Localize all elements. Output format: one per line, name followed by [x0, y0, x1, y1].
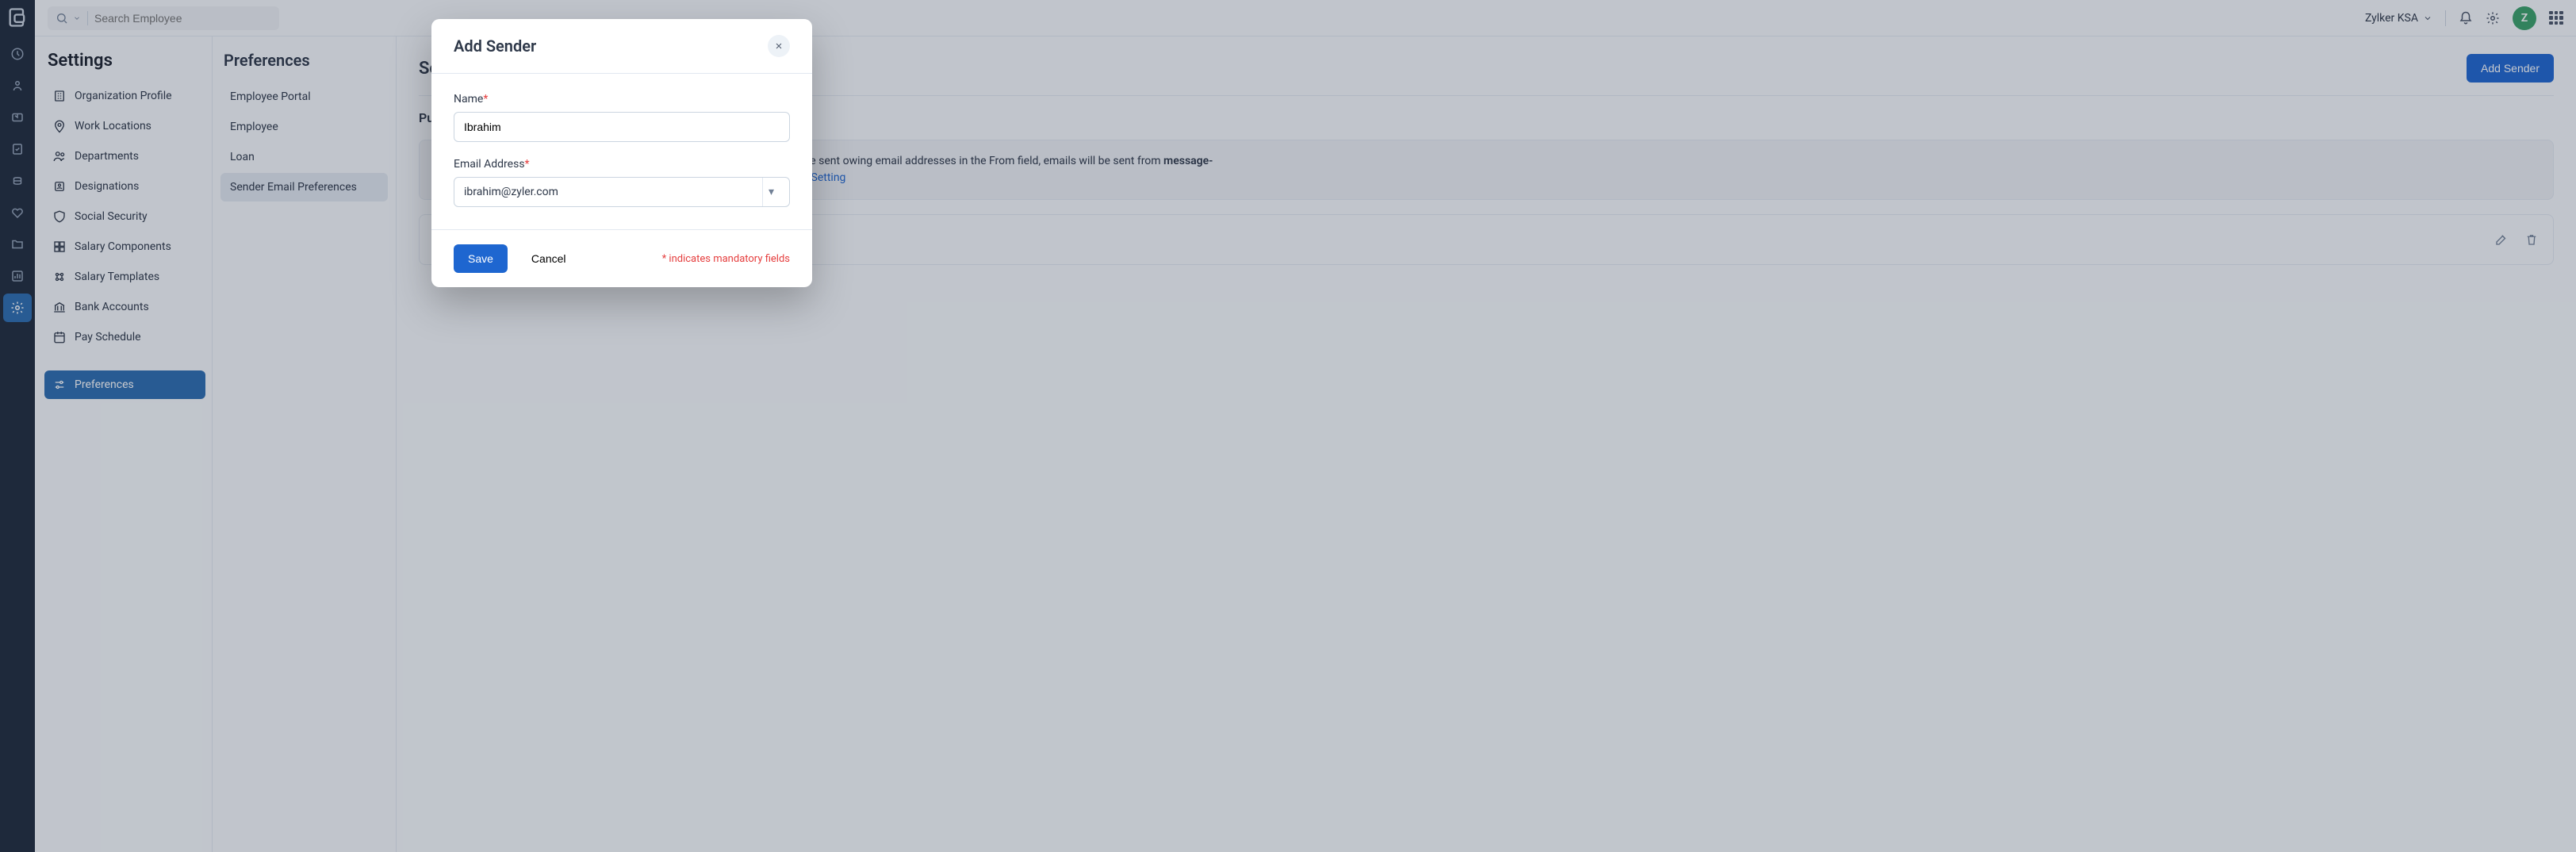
email-value: ibrahim@zyler.com	[464, 186, 558, 198]
modal-title: Add Sender	[454, 36, 536, 56]
close-button[interactable]	[768, 35, 790, 57]
name-label: Name*	[454, 93, 790, 106]
email-field: Email Address* ibrahim@zyler.com ▾	[454, 158, 790, 207]
name-input[interactable]	[454, 112, 790, 142]
chevron-down-icon: ▾	[762, 178, 780, 206]
email-select[interactable]: ibrahim@zyler.com ▾	[454, 177, 790, 207]
email-label: Email Address*	[454, 158, 790, 171]
mandatory-hint: * indicates mandatory fields	[662, 253, 790, 265]
name-field: Name*	[454, 93, 790, 142]
modal-scrim[interactable]	[0, 0, 2576, 852]
save-button[interactable]: Save	[454, 244, 508, 273]
close-icon	[774, 41, 784, 51]
add-sender-modal: Add Sender Name* Email Address* ibrahim@…	[431, 19, 812, 287]
cancel-button[interactable]: Cancel	[517, 244, 581, 273]
